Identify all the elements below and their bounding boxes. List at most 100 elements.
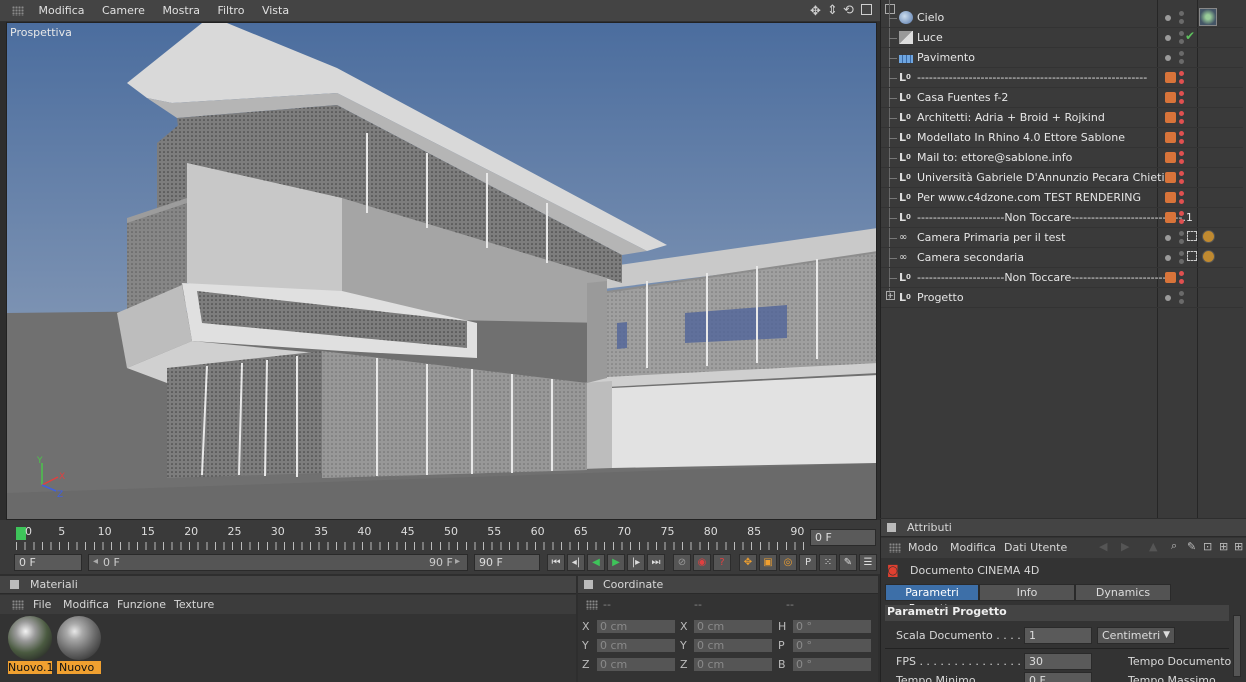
editor-visibility-dot[interactable] [1165, 55, 1171, 61]
editor-visibility-dot[interactable] [1165, 15, 1171, 21]
menu-modifica[interactable]: Modifica [950, 541, 996, 554]
render-visibility-dot[interactable] [1179, 59, 1184, 64]
move-key-button[interactable]: ✥ [739, 554, 757, 571]
render-visibility-dot[interactable] [1179, 239, 1184, 244]
layer-color-icon[interactable] [1165, 172, 1176, 183]
unit-dropdown[interactable]: Centimetri ▼ [1097, 627, 1175, 644]
render-visibility-dot[interactable] [1179, 139, 1184, 144]
editor-visibility-dot[interactable] [1179, 91, 1184, 96]
expand-icon[interactable]: ⊞ [1234, 540, 1243, 553]
expand-icon[interactable]: + [886, 291, 895, 300]
protection-tag-icon[interactable] [1202, 230, 1215, 243]
timeline-menu-button[interactable]: ☰ [859, 554, 877, 571]
render-visibility-dot[interactable] [1179, 99, 1184, 104]
forward-arrow-icon[interactable]: ▶ [1121, 540, 1129, 553]
object-row[interactable]: L0 Architetti: Adria + Broid + Rojkind [881, 108, 1243, 128]
move-view-icon[interactable]: ✥ [810, 4, 821, 19]
menu-filtro[interactable]: Filtro [210, 0, 251, 22]
editor-visibility-dot[interactable] [1179, 31, 1184, 36]
go-end-button[interactable]: ⏭ [647, 554, 665, 571]
coord-field[interactable]: 0 ° [792, 638, 872, 653]
render-visibility-dot[interactable] [1179, 279, 1184, 284]
editor-visibility-dot[interactable] [1179, 211, 1184, 216]
3d-viewport[interactable] [6, 22, 877, 520]
go-start-button[interactable]: ⏮ [547, 554, 565, 571]
layer-color-icon[interactable] [1165, 212, 1176, 223]
coord-field[interactable]: 0 cm [693, 657, 773, 672]
object-row[interactable]: ∞ Camera secondaria [881, 248, 1243, 268]
editor-visibility-dot[interactable] [1179, 231, 1184, 236]
editor-visibility-dot[interactable] [1179, 151, 1184, 156]
layer-color-icon[interactable] [1165, 152, 1176, 163]
tab-parametri-progetto[interactable]: Parametri Progetto [885, 584, 979, 615]
render-visibility-dot[interactable] [1179, 199, 1184, 204]
panel-toggle-icon[interactable] [10, 580, 19, 589]
pla-key-button[interactable]: ⁙ [819, 554, 837, 571]
texture-tag-icon[interactable] [1199, 8, 1217, 26]
tempo-minimo-field[interactable]: 0 F [1024, 672, 1092, 682]
tab-dynamics[interactable]: Dynamics [1075, 584, 1171, 601]
object-row[interactable]: + L0 Progetto [881, 288, 1243, 308]
editor-visibility-dot[interactable] [1179, 251, 1184, 256]
range-slider[interactable]: ◂ 0 F 90 F ▸ [88, 554, 468, 571]
object-row[interactable]: L0 Mail to: ettore@sablone.info [881, 148, 1243, 168]
material-swatch[interactable]: Nuovo.1 [8, 616, 53, 674]
editor-visibility-dot[interactable] [1179, 111, 1184, 116]
target-tag-icon[interactable] [1187, 231, 1197, 241]
menu-texture[interactable]: Texture [174, 598, 214, 611]
coord-field[interactable]: 0 cm [596, 657, 676, 672]
object-row[interactable]: L0 ----------------------Non Toccare-----… [881, 268, 1243, 288]
range-right-arrow-icon[interactable]: ▸ [455, 556, 460, 567]
lock-icon[interactable]: ⊡ [1203, 540, 1212, 553]
target-tag-icon[interactable] [1187, 251, 1197, 261]
editor-visibility-dot[interactable] [1165, 35, 1171, 41]
layer-color-icon[interactable] [1165, 132, 1176, 143]
object-row[interactable]: L0 Modellato In Rhino 4.0 Ettore Sablone [881, 128, 1243, 148]
menu-camere[interactable]: Camere [95, 0, 152, 22]
editor-visibility-dot[interactable] [1165, 255, 1171, 261]
key-settings-button[interactable]: ✎ [839, 554, 857, 571]
editor-visibility-dot[interactable] [1179, 51, 1184, 56]
start-frame-field[interactable]: 0 F [14, 554, 82, 571]
editor-visibility-dot[interactable] [1179, 291, 1184, 296]
coord-field[interactable]: 0 ° [792, 657, 872, 672]
editor-visibility-dot[interactable] [1179, 171, 1184, 176]
layer-color-icon[interactable] [1165, 112, 1176, 123]
record-button[interactable]: ⊘ [673, 554, 691, 571]
layer-color-icon[interactable] [1165, 272, 1176, 283]
coord-field[interactable]: 0 ° [792, 619, 872, 634]
tab-info[interactable]: Info [979, 584, 1075, 601]
menu-dati-utente[interactable]: Dati Utente [1004, 541, 1067, 554]
object-row[interactable]: L0 ----------------------Non Toccare-----… [881, 208, 1243, 228]
menu-modifica[interactable]: Modifica [63, 598, 109, 611]
object-row[interactable]: L0 Per www.c4dzone.com TEST RENDERING [881, 188, 1243, 208]
render-visibility-dot[interactable] [1179, 259, 1184, 264]
menu-funzione[interactable]: Funzione [117, 598, 166, 611]
editor-visibility-dot[interactable] [1179, 11, 1184, 16]
menu-vista[interactable]: Vista [255, 0, 296, 22]
param-key-button[interactable]: P [799, 554, 817, 571]
editor-visibility-dot[interactable] [1179, 71, 1184, 76]
play-back-button[interactable]: ◀ [587, 554, 605, 571]
render-visibility-dot[interactable] [1179, 119, 1184, 124]
object-row[interactable]: Luce ✔ [881, 28, 1243, 48]
object-row[interactable]: L0 Università Gabriele D'Annunzio Pecara … [881, 168, 1243, 188]
check-icon[interactable]: ✔ [1185, 29, 1195, 43]
editor-visibility-dot[interactable] [1179, 271, 1184, 276]
fps-field[interactable]: 30 [1024, 653, 1092, 670]
menu-mostra[interactable]: Mostra [155, 0, 207, 22]
auto-key-button[interactable]: ◉ [693, 554, 711, 571]
render-visibility-dot[interactable] [1179, 219, 1184, 224]
coord-field[interactable]: 0 cm [596, 619, 676, 634]
search-icon[interactable]: ⌕ [1171, 539, 1177, 553]
coord-field[interactable]: 0 cm [693, 638, 773, 653]
render-visibility-dot[interactable] [1179, 79, 1184, 84]
render-visibility-dot[interactable] [1179, 179, 1184, 184]
object-row[interactable]: ∞ Camera Primaria per il test [881, 228, 1243, 248]
layer-color-icon[interactable] [1165, 92, 1176, 103]
rotate-key-button[interactable]: ◎ [779, 554, 797, 571]
menu-file[interactable]: File [33, 598, 51, 611]
menu-modo[interactable]: Modo [908, 541, 938, 554]
prev-key-button[interactable]: ◂| [567, 554, 585, 571]
end-frame-field[interactable]: 90 F [474, 554, 540, 571]
